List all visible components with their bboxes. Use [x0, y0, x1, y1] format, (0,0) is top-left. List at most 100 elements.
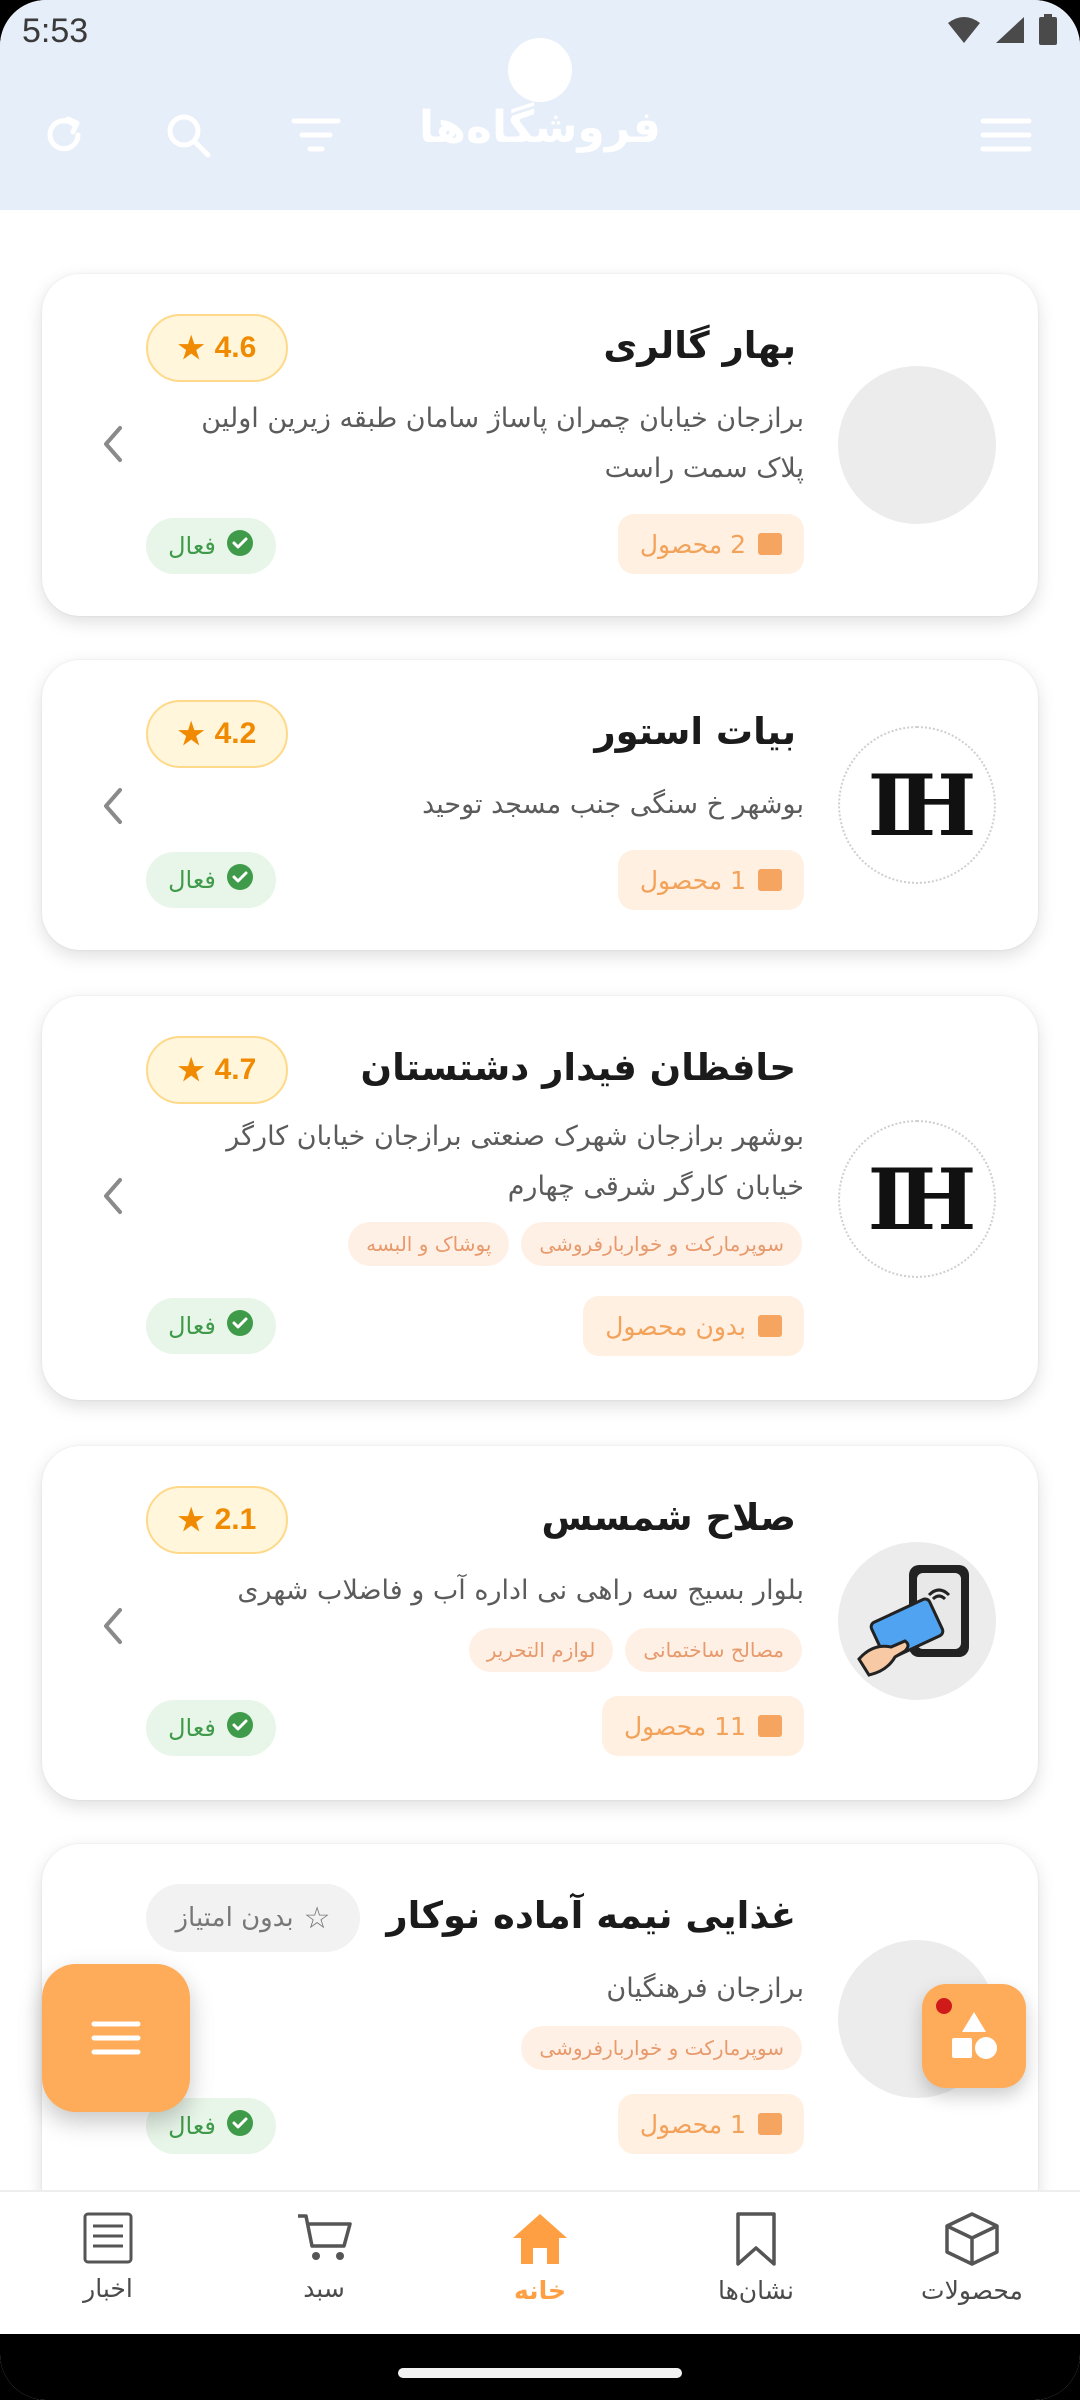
status-text: فعال [168, 1714, 216, 1742]
store-name: غذایی نیمه آماده نوکار [386, 1894, 796, 1937]
check-circle-icon [226, 1711, 254, 1745]
status-badge: فعال [146, 1700, 276, 1756]
store-list: بهار گالری ★ 4.6 برازجان خیابان چمران پا… [0, 210, 1080, 2190]
home-icon [513, 2214, 567, 2264]
store-logo: IH [838, 1120, 996, 1278]
address-line: بوشهر برازجان شهرک صنعتی برازجان خیابان … [226, 1121, 804, 1152]
archive-icon [758, 1315, 782, 1337]
store-card[interactable]: غذایی نیمه آماده نوکار ☆ بدون امتیاز برا… [42, 1844, 1038, 2190]
app-header: 5:53 [0, 0, 1080, 210]
rating-value: 4.2 [214, 717, 257, 750]
nav-bookmarks[interactable]: نشان‌ها [648, 2192, 864, 2334]
nav-label: محصولات [921, 2276, 1023, 2305]
check-circle-icon [226, 1309, 254, 1343]
categories-fab[interactable] [922, 1984, 1026, 2088]
address-line: پلاک سمت راست [604, 453, 804, 484]
nav-home[interactable]: خانه [432, 2192, 648, 2334]
archive-icon [758, 2113, 782, 2135]
chevron-left-icon[interactable] [92, 424, 132, 464]
category-tags: سوپرمارکت و خواربارفروشی [521, 2026, 802, 2070]
home-gesture-bar[interactable] [398, 2368, 682, 2378]
store-address: بلوار بسیج سه راهی نی اداره آب و فاضلاب … [164, 1566, 804, 1616]
system-gesture-area [0, 2334, 1080, 2400]
notification-dot [936, 1998, 952, 2014]
logo-text: IH [867, 755, 977, 855]
hamburger-icon [980, 118, 1032, 152]
store-address: برازجان خیابان چمران پاساژ سامان طبقه زی… [164, 394, 804, 494]
news-icon [83, 2212, 133, 2264]
nav-products[interactable]: محصولات [864, 2192, 1080, 2334]
star-icon: ★ [177, 1503, 205, 1537]
status-text: فعال [168, 2112, 216, 2140]
app-screen: 5:53 [0, 0, 1080, 2400]
chevron-left-icon[interactable] [92, 1176, 132, 1216]
rating-badge: ★ 2.1 [146, 1486, 288, 1554]
menu-fab[interactable] [42, 1964, 190, 2112]
rating-value: 4.7 [214, 1053, 257, 1086]
category-tag: مصالح ساختمانی [625, 1628, 802, 1672]
check-circle-icon [226, 2109, 254, 2143]
rating-badge: ★ 4.2 [146, 700, 288, 768]
store-name: بهار گالری [603, 324, 796, 367]
store-name: بیات استور [594, 710, 796, 753]
bottom-navigation: اخبار سبد خانه نشان‌ها [0, 2190, 1080, 2334]
product-count: 2 محصول [639, 529, 746, 559]
cart-icon [298, 2214, 352, 2260]
rating-value: 4.6 [214, 331, 257, 364]
nav-label: سبد [303, 2274, 345, 2303]
category-tag: سوپرمارکت و خواربارفروشی [521, 2026, 802, 2070]
category-tag: پوشاک و البسه [348, 1222, 510, 1266]
store-card[interactable]: IH بیات استور ★ 4.2 بوشهر خ سنگی جنب مسج… [42, 660, 1038, 950]
check-circle-icon [226, 863, 254, 897]
status-badge: فعال [146, 852, 276, 908]
box-icon [945, 2212, 999, 2266]
status-badge: فعال [146, 518, 276, 574]
chevron-left-icon[interactable] [92, 786, 132, 826]
shapes-icon [952, 2012, 997, 2059]
menu-button[interactable] [976, 105, 1036, 165]
battery-icon [1039, 14, 1057, 45]
address-line: خیابان کارگر شرقی چهارم [507, 1171, 804, 1202]
rating-badge: ★ 4.7 [146, 1036, 288, 1104]
logo-text: IH [867, 1149, 977, 1249]
status-time: 5:53 [22, 12, 89, 50]
product-count-badge: 1 محصول [617, 850, 804, 910]
nav-news[interactable]: اخبار [0, 2192, 216, 2334]
card-payment-icon [857, 1565, 969, 1677]
nav-label: خانه [514, 2276, 566, 2305]
nav-label: اخبار [83, 2274, 133, 2303]
star-outline-icon: ☆ [303, 1900, 331, 1936]
rating-badge: ☆ بدون امتیاز [146, 1884, 360, 1952]
product-count-badge: 11 محصول [601, 1696, 804, 1756]
nav-label: نشان‌ها [717, 2276, 795, 2305]
product-count: بدون محصول [605, 1311, 746, 1341]
product-count: 1 محصول [639, 865, 746, 895]
store-address: بوشهر برازجان شهرک صنعتی برازجان خیابان … [164, 1112, 804, 1212]
nav-cart[interactable]: سبد [216, 2192, 432, 2334]
page-title: فروشگاه‌ها [419, 102, 661, 153]
store-name: حافظان فیدار دشتستان [360, 1046, 796, 1089]
store-card[interactable]: صلاح شمسس ★ 2.1 بلوار بسیج سه راهی نی اد… [42, 1446, 1038, 1800]
store-address: بوشهر خ سنگی جنب مسجد توحید [164, 780, 804, 830]
archive-icon [758, 1715, 782, 1737]
category-tags: مصالح ساختمانی لوازم التحریر [468, 1628, 802, 1672]
address-line: بوشهر خ سنگی جنب مسجد توحید [422, 789, 804, 820]
store-address: برازجان فرهنگیان [164, 1964, 804, 2014]
status-icons [946, 14, 1058, 46]
chevron-left-icon[interactable] [92, 1606, 132, 1646]
wifi-icon [948, 17, 980, 43]
product-count: 11 محصول [623, 1711, 746, 1741]
address-line: بلوار بسیج سه راهی نی اداره آب و فاضلاب … [237, 1575, 804, 1606]
star-icon: ★ [177, 1053, 205, 1087]
product-count-badge: 2 محصول [617, 514, 804, 574]
product-count-badge: بدون محصول [583, 1296, 804, 1356]
star-icon: ★ [177, 717, 205, 751]
check-circle-icon [226, 529, 254, 563]
hamburger-icon [91, 2021, 141, 2055]
archive-icon [758, 869, 782, 891]
status-text: فعال [168, 532, 216, 560]
store-card[interactable]: بهار گالری ★ 4.6 برازجان خیابان چمران پا… [42, 274, 1038, 616]
address-line: برازجان فرهنگیان [606, 1973, 804, 2004]
store-card[interactable]: IH حافظان فیدار دشتستان ★ 4.7 بوشهر براز… [42, 996, 1038, 1400]
device-frame: 5:53 [0, 0, 1080, 2400]
